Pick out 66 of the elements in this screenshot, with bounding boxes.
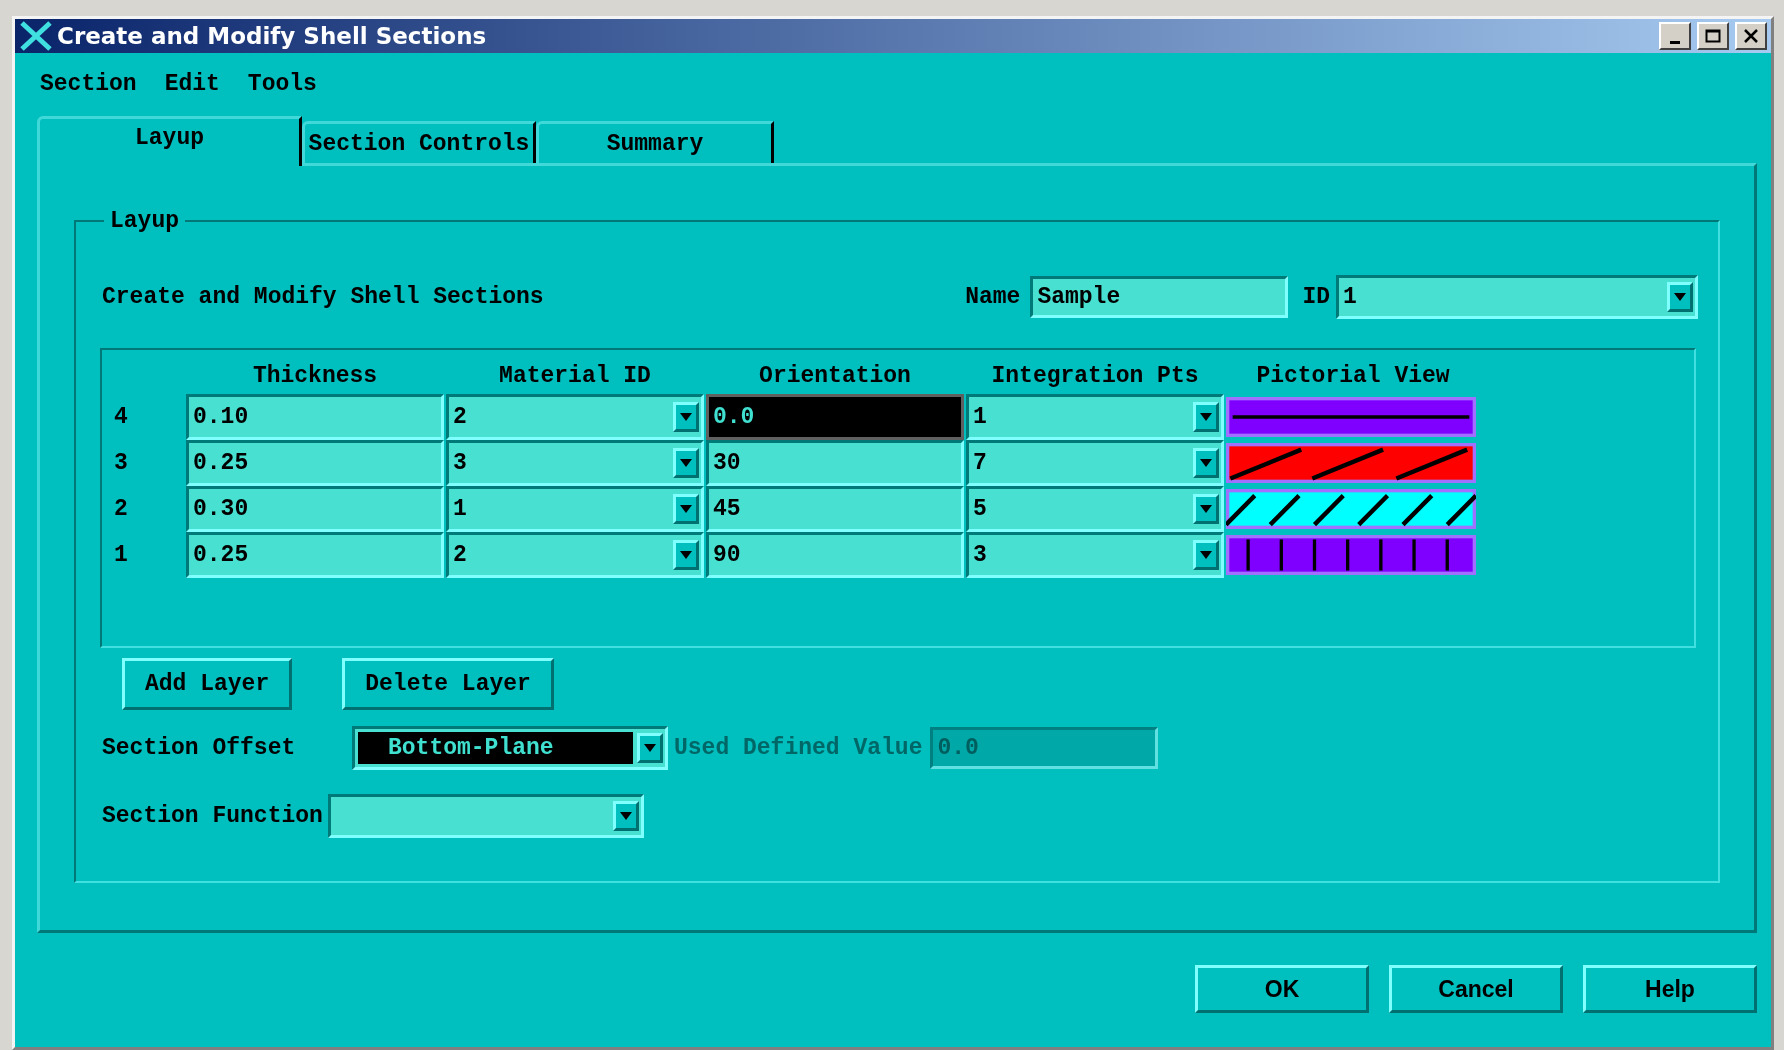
- layer-number: 4: [114, 404, 129, 430]
- layer-number: 3: [114, 450, 129, 476]
- tab[interactable]: Section Controls: [302, 121, 536, 163]
- maximize-button[interactable]: [1697, 22, 1729, 50]
- material-dropdown[interactable]: 3: [446, 440, 704, 486]
- material-dropdown[interactable]: 2: [446, 532, 704, 578]
- field-label: Used Defined Value: [674, 735, 923, 761]
- dropdown-arrow-icon[interactable]: [680, 551, 692, 559]
- layer-number: 2: [114, 496, 129, 522]
- layer-number: 1: [114, 542, 129, 568]
- section-offset-dropdown[interactable]: Bottom-Plane: [352, 726, 668, 770]
- dialog-button[interactable]: Cancel: [1389, 965, 1563, 1013]
- minimize-icon: [1670, 40, 1680, 44]
- close-icon: [1743, 28, 1759, 44]
- dropdown-arrow-icon[interactable]: [680, 413, 692, 421]
- tab[interactable]: Layup: [37, 116, 302, 166]
- name-field[interactable]: Sample: [1030, 276, 1289, 318]
- integration-dropdown[interactable]: 7: [966, 440, 1224, 486]
- menu-item[interactable]: Tools: [247, 71, 317, 111]
- menu-item[interactable]: Section: [40, 71, 137, 111]
- layer-button[interactable]: Delete Layer: [342, 658, 554, 710]
- orientation-field[interactable]: 45: [706, 486, 964, 532]
- thickness-field[interactable]: 0.10: [186, 394, 444, 440]
- layer-button[interactable]: Add Layer: [122, 658, 293, 710]
- column-header: Orientation: [758, 362, 912, 391]
- section-function-dropdown[interactable]: [328, 794, 644, 838]
- dropdown-arrow-icon[interactable]: [620, 812, 632, 820]
- thickness-field[interactable]: 0.25: [186, 532, 444, 578]
- dialog-button[interactable]: Help: [1583, 965, 1757, 1013]
- dropdown-arrow-icon[interactable]: [1200, 459, 1212, 467]
- column-header: Thickness: [251, 362, 379, 391]
- thickness-field[interactable]: 0.25: [186, 440, 444, 486]
- dropdown-arrow-icon[interactable]: [680, 459, 692, 467]
- close-button[interactable]: [1735, 22, 1767, 50]
- section-heading: Create and Modify Shell Sections: [102, 284, 545, 310]
- integration-dropdown[interactable]: 1: [966, 394, 1224, 440]
- window-title: Create and Modify Shell Sections: [57, 23, 488, 49]
- dropdown-arrow-icon[interactable]: [1200, 413, 1212, 421]
- column-header: Integration Pts: [990, 362, 1200, 391]
- orientation-field[interactable]: 0.0: [706, 394, 964, 440]
- menu-item[interactable]: Edit: [164, 71, 220, 111]
- integration-dropdown[interactable]: 5: [966, 486, 1224, 532]
- dialog-button[interactable]: OK: [1195, 965, 1369, 1013]
- material-dropdown[interactable]: 1: [446, 486, 704, 532]
- minimize-button[interactable]: [1659, 22, 1691, 50]
- integration-dropdown[interactable]: 3: [966, 532, 1224, 578]
- maximize-icon: [1705, 28, 1721, 44]
- dropdown-arrow-icon[interactable]: [1200, 505, 1212, 513]
- tab[interactable]: Summary: [536, 121, 774, 163]
- orientation-field[interactable]: 90: [706, 532, 964, 578]
- dropdown-arrow-icon[interactable]: [644, 744, 656, 752]
- app-logo-icon: [19, 21, 53, 51]
- thickness-field[interactable]: 0.30: [186, 486, 444, 532]
- dropdown-arrow-icon[interactable]: [1200, 551, 1212, 559]
- field-label: Name: [965, 284, 1021, 310]
- orientation-field[interactable]: 30: [706, 440, 964, 486]
- group-title: Layup: [109, 208, 180, 234]
- material-dropdown[interactable]: 2: [446, 394, 704, 440]
- id-dropdown[interactable]: 1: [1336, 275, 1698, 319]
- dropdown-arrow-icon[interactable]: [680, 505, 692, 513]
- field-label: Section Function: [102, 803, 324, 829]
- column-header: Pictorial View: [1255, 362, 1451, 391]
- dropdown-arrow-icon[interactable]: [1674, 293, 1686, 301]
- column-header: Material ID: [498, 362, 652, 391]
- field-label: Section Offset: [102, 735, 297, 761]
- field-label: ID: [1302, 284, 1330, 310]
